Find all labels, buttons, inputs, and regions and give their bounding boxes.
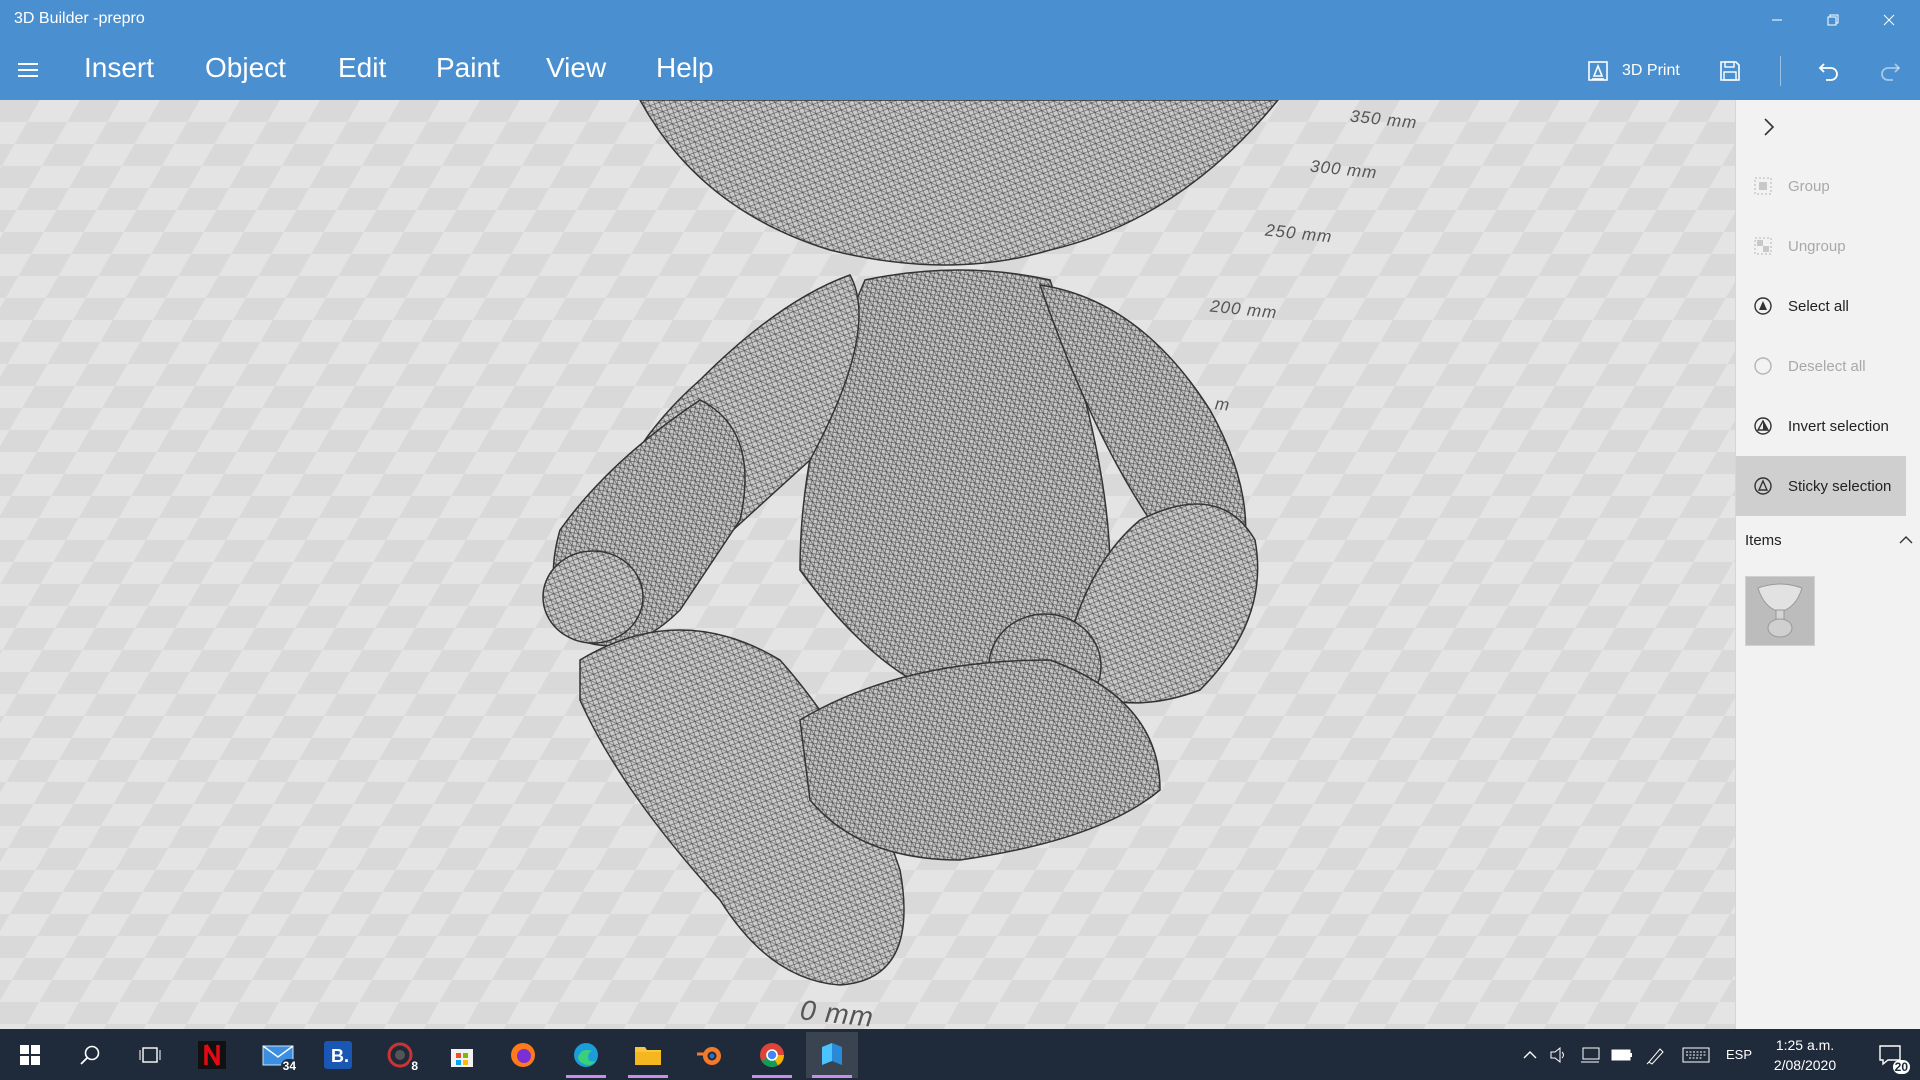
- store-icon: [451, 1049, 473, 1067]
- select-all-button[interactable]: Select all: [1736, 276, 1906, 336]
- sticky-selection-button[interactable]: Sticky selection: [1736, 456, 1906, 516]
- deselect-all-label: Deselect all: [1788, 357, 1866, 375]
- collapse-panel-icon[interactable]: [1754, 112, 1784, 142]
- menu-insert[interactable]: Insert: [84, 52, 154, 84]
- search-icon: [80, 1045, 100, 1065]
- 3d-builder-icon: [822, 1043, 842, 1065]
- store-app[interactable]: [436, 1032, 488, 1078]
- file-explorer-app[interactable]: [622, 1032, 674, 1078]
- action-center-button[interactable]: 20: [1866, 1029, 1914, 1080]
- start-button[interactable]: [4, 1032, 56, 1078]
- window-title: 3D Builder -prepro: [14, 10, 145, 27]
- sticky-selection-icon: [1752, 475, 1774, 497]
- redo-icon: [1881, 63, 1901, 81]
- edge-app[interactable]: [560, 1032, 612, 1078]
- undo-button[interactable]: [1812, 54, 1846, 88]
- toolbar-divider: [1780, 56, 1781, 86]
- network-icon: [1581, 1047, 1600, 1062]
- 3d-print-button[interactable]: 3D Print: [1586, 54, 1680, 88]
- mail-badge: 34: [280, 1059, 298, 1073]
- items-header-label: Items: [1745, 531, 1782, 549]
- invert-selection-button[interactable]: Invert selection: [1736, 396, 1906, 456]
- minimize-button[interactable]: [1754, 0, 1800, 40]
- clock-time: 1:25 a.m.: [1775, 1037, 1835, 1053]
- selection-panel: Group Ungroup Select all Deselect all In…: [1735, 100, 1920, 1029]
- svg-text:B.: B.: [331, 1046, 349, 1066]
- mail-app[interactable]: 34: [252, 1032, 304, 1078]
- netflix-app[interactable]: [186, 1032, 238, 1078]
- chevron-up-icon: [1899, 536, 1913, 544]
- clock-date: 2/08/2020: [1773, 1057, 1837, 1073]
- battery-icon: [1611, 1049, 1632, 1060]
- chrome-icon: [760, 1043, 784, 1068]
- select-all-icon: [1752, 295, 1774, 317]
- notification-count: 20: [1892, 1060, 1910, 1074]
- language-indicator[interactable]: ESP: [1722, 1029, 1756, 1080]
- invert-selection-icon: [1752, 415, 1774, 437]
- restore-button[interactable]: [1810, 0, 1856, 40]
- menu-paint[interactable]: Paint: [436, 52, 500, 84]
- 3d-print-icon: [1588, 61, 1608, 81]
- keyboard-icon: [1682, 1047, 1710, 1062]
- save-button[interactable]: [1713, 54, 1747, 88]
- edge-icon: [574, 1043, 598, 1067]
- model-thumbnail[interactable]: [1745, 576, 1815, 646]
- close-button[interactable]: [1866, 0, 1912, 40]
- firefox-app[interactable]: [497, 1032, 549, 1078]
- blender-app[interactable]: [684, 1032, 736, 1078]
- show-hidden-icons[interactable]: [1518, 1029, 1542, 1080]
- battery-tray[interactable]: [1608, 1029, 1636, 1080]
- group-button[interactable]: Group: [1736, 156, 1906, 216]
- task-view-button[interactable]: [124, 1032, 176, 1078]
- 3d-print-label: 3D Print: [1622, 62, 1680, 79]
- group-icon: [1752, 175, 1774, 197]
- model-canvas: [0, 100, 1735, 1029]
- pen-icon: [1646, 1047, 1664, 1065]
- booking-icon: B.: [324, 1041, 352, 1069]
- 3d-builder-app[interactable]: [806, 1032, 858, 1078]
- blender-icon: [697, 1047, 721, 1065]
- pen-tray[interactable]: [1642, 1029, 1670, 1080]
- undo-icon: [1818, 63, 1838, 81]
- chrome-app[interactable]: [746, 1032, 798, 1078]
- task-view-icon: [139, 1047, 161, 1063]
- touch-keyboard-tray[interactable]: [1678, 1029, 1714, 1080]
- firefox-icon: [511, 1043, 535, 1067]
- invert-selection-label: Invert selection: [1788, 417, 1889, 435]
- chevron-up-icon: [1523, 1050, 1537, 1058]
- 3d-viewport[interactable]: 350 mm 300 mm 250 mm 200 mm m 0 mm: [0, 100, 1735, 1029]
- menu-view[interactable]: View: [546, 52, 606, 84]
- volume-tray[interactable]: [1546, 1029, 1572, 1080]
- booking-app[interactable]: B.: [312, 1032, 364, 1078]
- save-icon: [1720, 61, 1740, 81]
- hamburger-menu-icon[interactable]: [14, 56, 42, 84]
- game-badge: 8: [409, 1059, 420, 1073]
- model-thumbnail-icon: [1757, 583, 1803, 638]
- redo-button[interactable]: [1873, 54, 1907, 88]
- ungroup-icon: [1752, 235, 1774, 257]
- folder-icon: [635, 1047, 661, 1065]
- ruler-label-partial: m: [1214, 394, 1232, 415]
- netflix-icon: [198, 1041, 226, 1069]
- items-section-header[interactable]: Items: [1745, 528, 1913, 552]
- select-all-label: Select all: [1788, 297, 1849, 315]
- ungroup-label: Ungroup: [1788, 237, 1846, 255]
- game-app[interactable]: 8: [374, 1032, 426, 1078]
- menu-edit[interactable]: Edit: [338, 52, 386, 84]
- group-label: Group: [1788, 177, 1830, 195]
- windows-logo-icon: [20, 1045, 40, 1065]
- title-bar: 3D Builder -prepro: [0, 0, 1920, 40]
- search-button[interactable]: [64, 1032, 116, 1078]
- deselect-all-icon: [1752, 355, 1774, 377]
- deselect-all-button[interactable]: Deselect all: [1736, 336, 1906, 396]
- menu-object[interactable]: Object: [205, 52, 286, 84]
- menu-help[interactable]: Help: [656, 52, 714, 84]
- taskbar: 34 B. 8 ESP 1:25 a.m. 2/08/2020 20: [0, 1029, 1920, 1080]
- clock[interactable]: 1:25 a.m. 2/08/2020: [1766, 1035, 1844, 1075]
- network-tray[interactable]: [1576, 1029, 1604, 1080]
- sticky-selection-label: Sticky selection: [1788, 477, 1892, 495]
- ungroup-button[interactable]: Ungroup: [1736, 216, 1906, 276]
- speaker-icon: [1550, 1046, 1564, 1063]
- menu-bar: Insert Object Edit Paint View Help 3D Pr…: [0, 40, 1920, 100]
